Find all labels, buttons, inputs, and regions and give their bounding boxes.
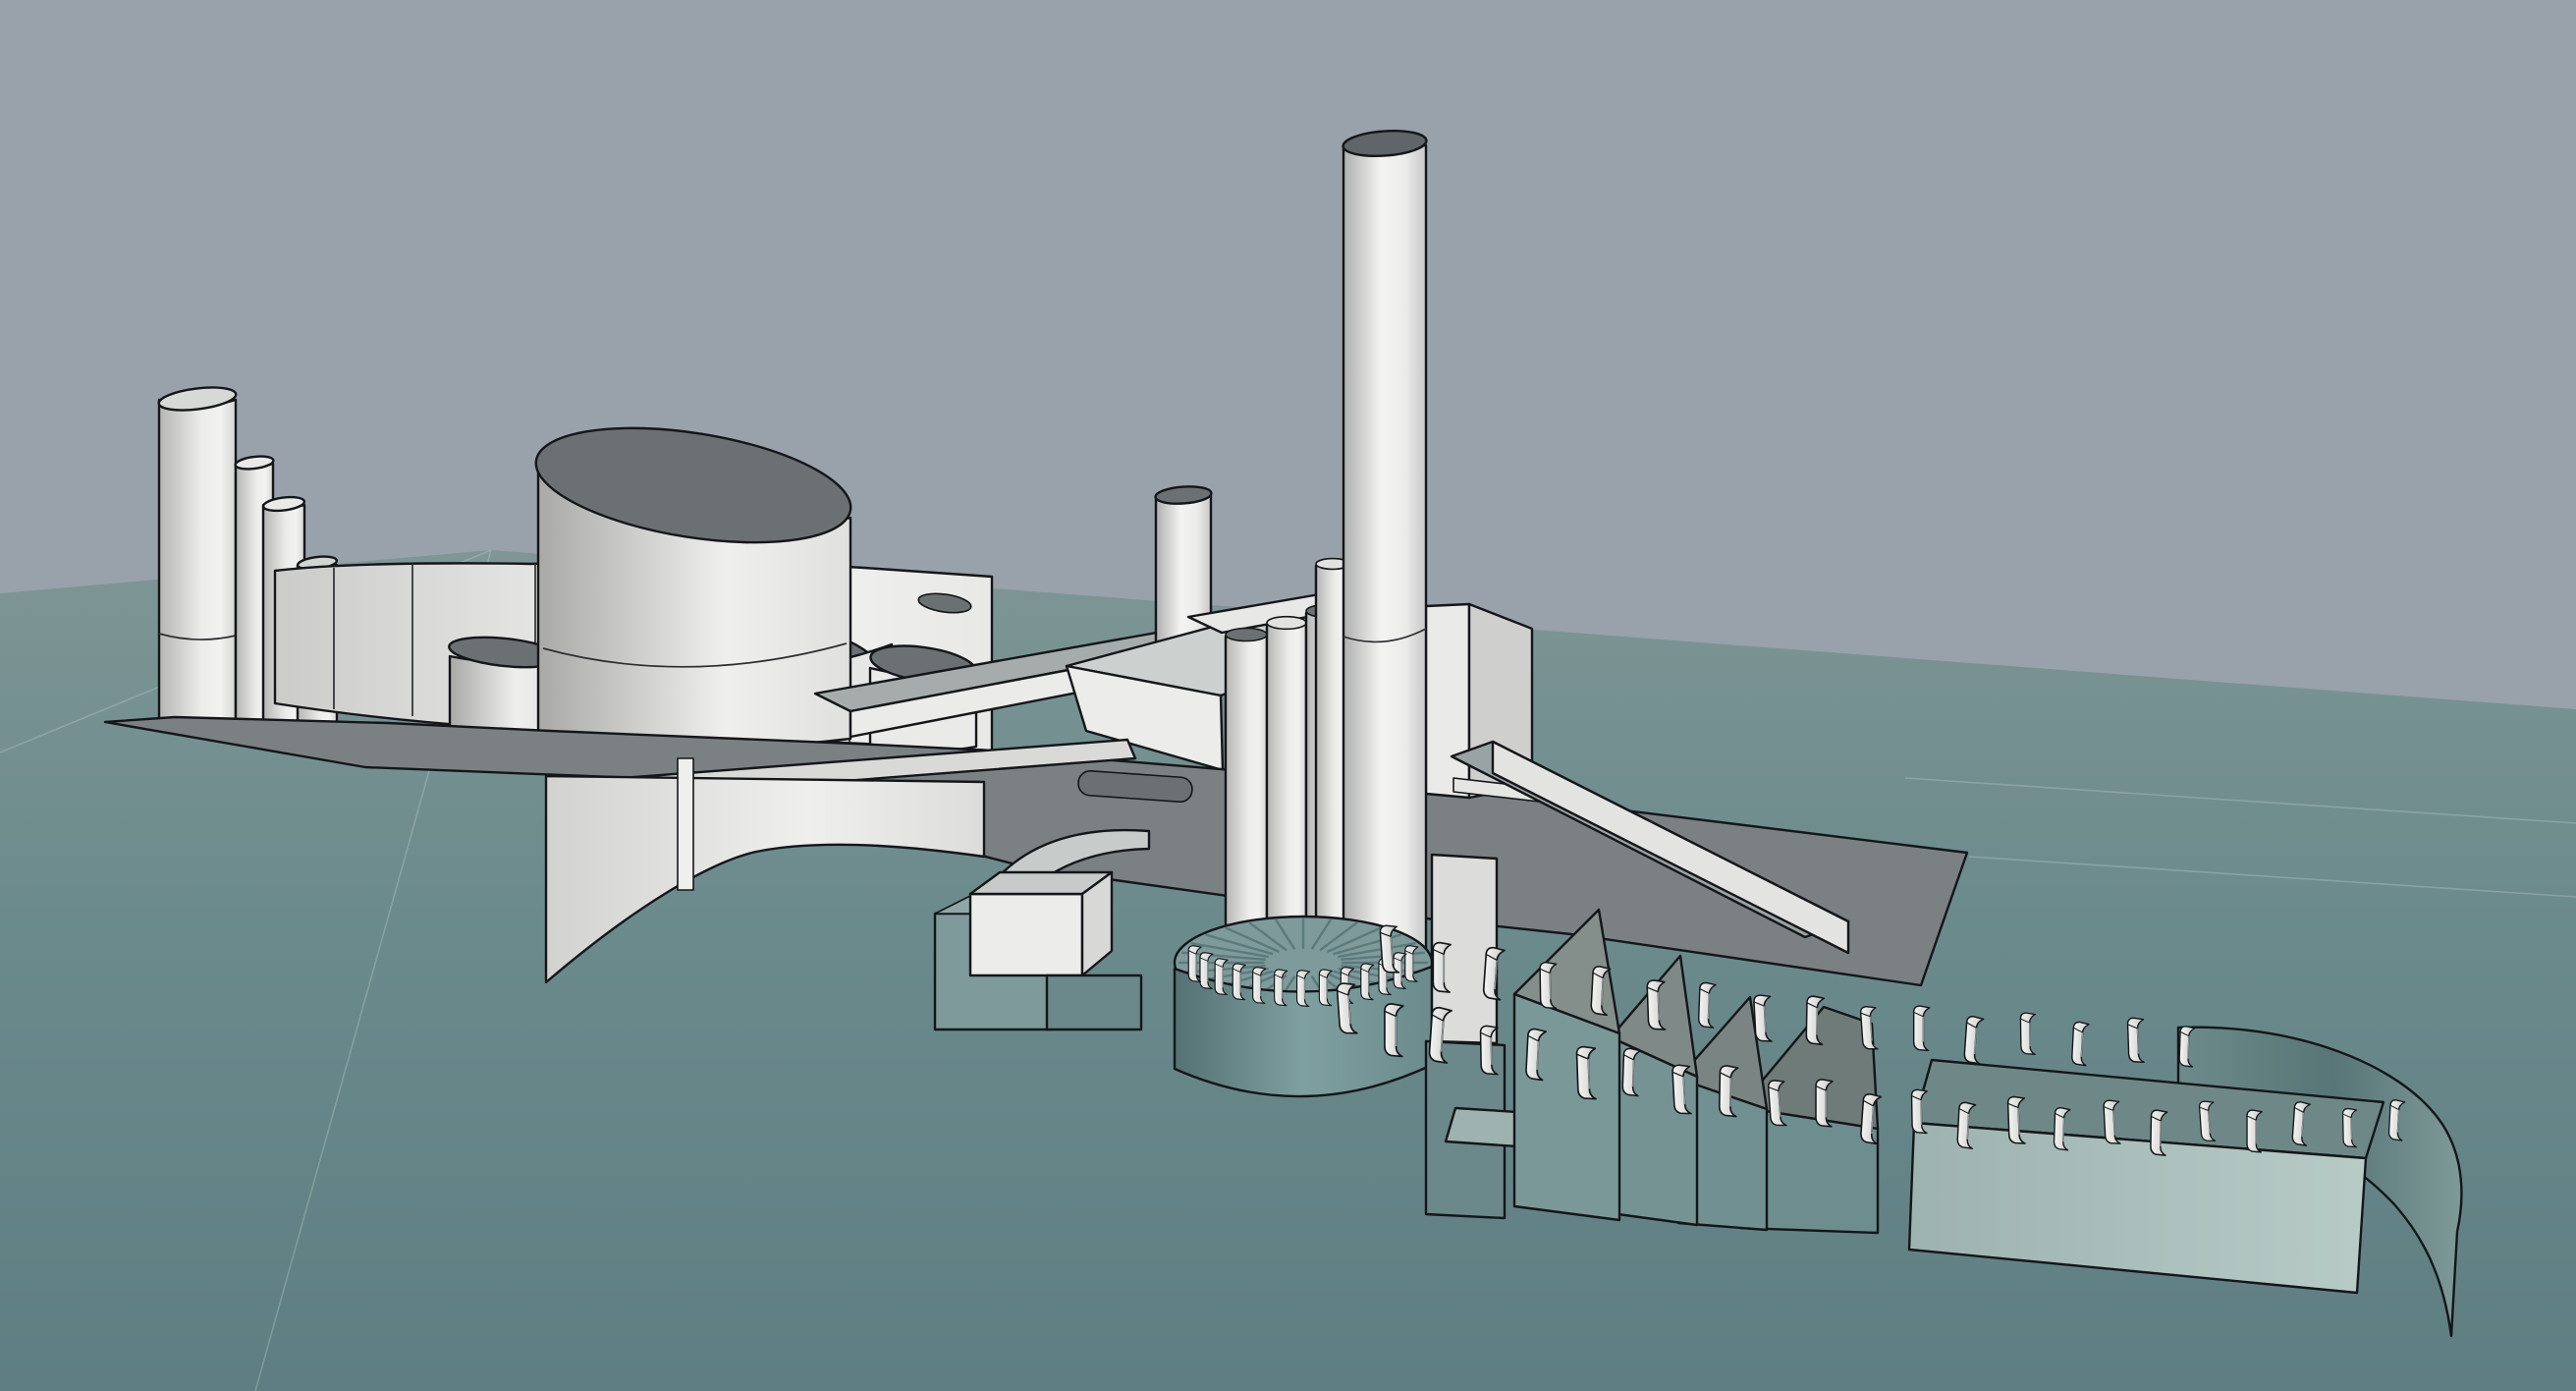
thin-fin bbox=[678, 758, 693, 890]
app-window bbox=[0, 0, 2576, 1391]
main-tower[interactable] bbox=[1343, 129, 1428, 982]
viewport-canvas[interactable] bbox=[0, 0, 2576, 1391]
